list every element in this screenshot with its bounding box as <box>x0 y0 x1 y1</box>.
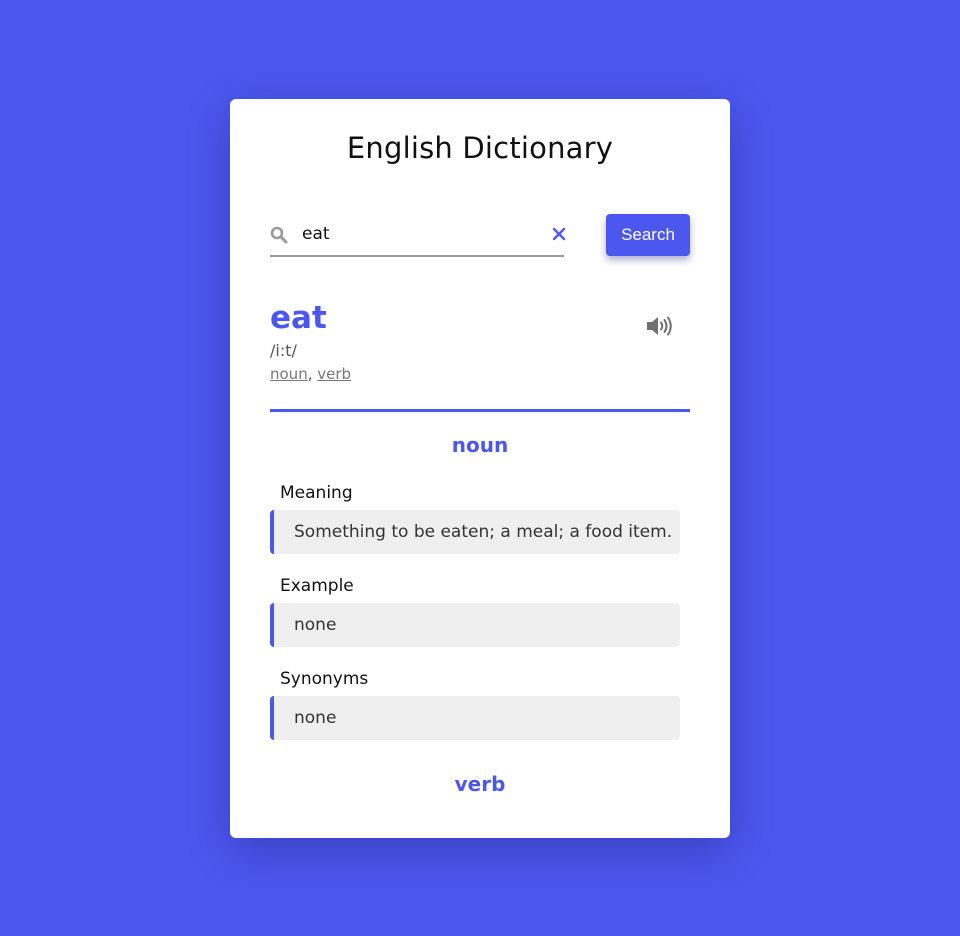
example-box: none <box>270 603 680 647</box>
pos-link-noun[interactable]: noun <box>270 365 308 383</box>
phonetic: /i:t/ <box>270 341 297 360</box>
synonyms-box: none <box>270 696 680 740</box>
dictionary-card: English Dictionary Search eat /i:t/ noun… <box>230 99 730 838</box>
search-button[interactable]: Search <box>606 214 690 256</box>
search-box <box>270 214 566 257</box>
pos-heading-verb: verb <box>454 772 506 796</box>
speaker-icon[interactable] <box>646 315 674 337</box>
section-label-synonyms: Synonyms <box>280 669 369 689</box>
pos-heading-noun: noun <box>451 433 509 457</box>
close-icon[interactable] <box>550 225 568 243</box>
meaning-box: Something to be eaten; a meal; a food it… <box>270 510 680 554</box>
page-title: English Dictionary <box>346 131 614 165</box>
pos-link-verb[interactable]: verb <box>317 365 351 383</box>
section-label-example: Example <box>280 576 354 596</box>
pos-separator: , <box>307 365 318 383</box>
pos-links: noun, verb <box>270 365 351 383</box>
search-row: Search <box>270 214 690 257</box>
section-label-meaning: Meaning <box>280 483 353 503</box>
word-header: eat /i:t/ noun, verb <box>270 297 690 412</box>
search-icon <box>270 226 288 244</box>
search-input[interactable] <box>300 220 544 248</box>
headword: eat <box>270 300 327 336</box>
